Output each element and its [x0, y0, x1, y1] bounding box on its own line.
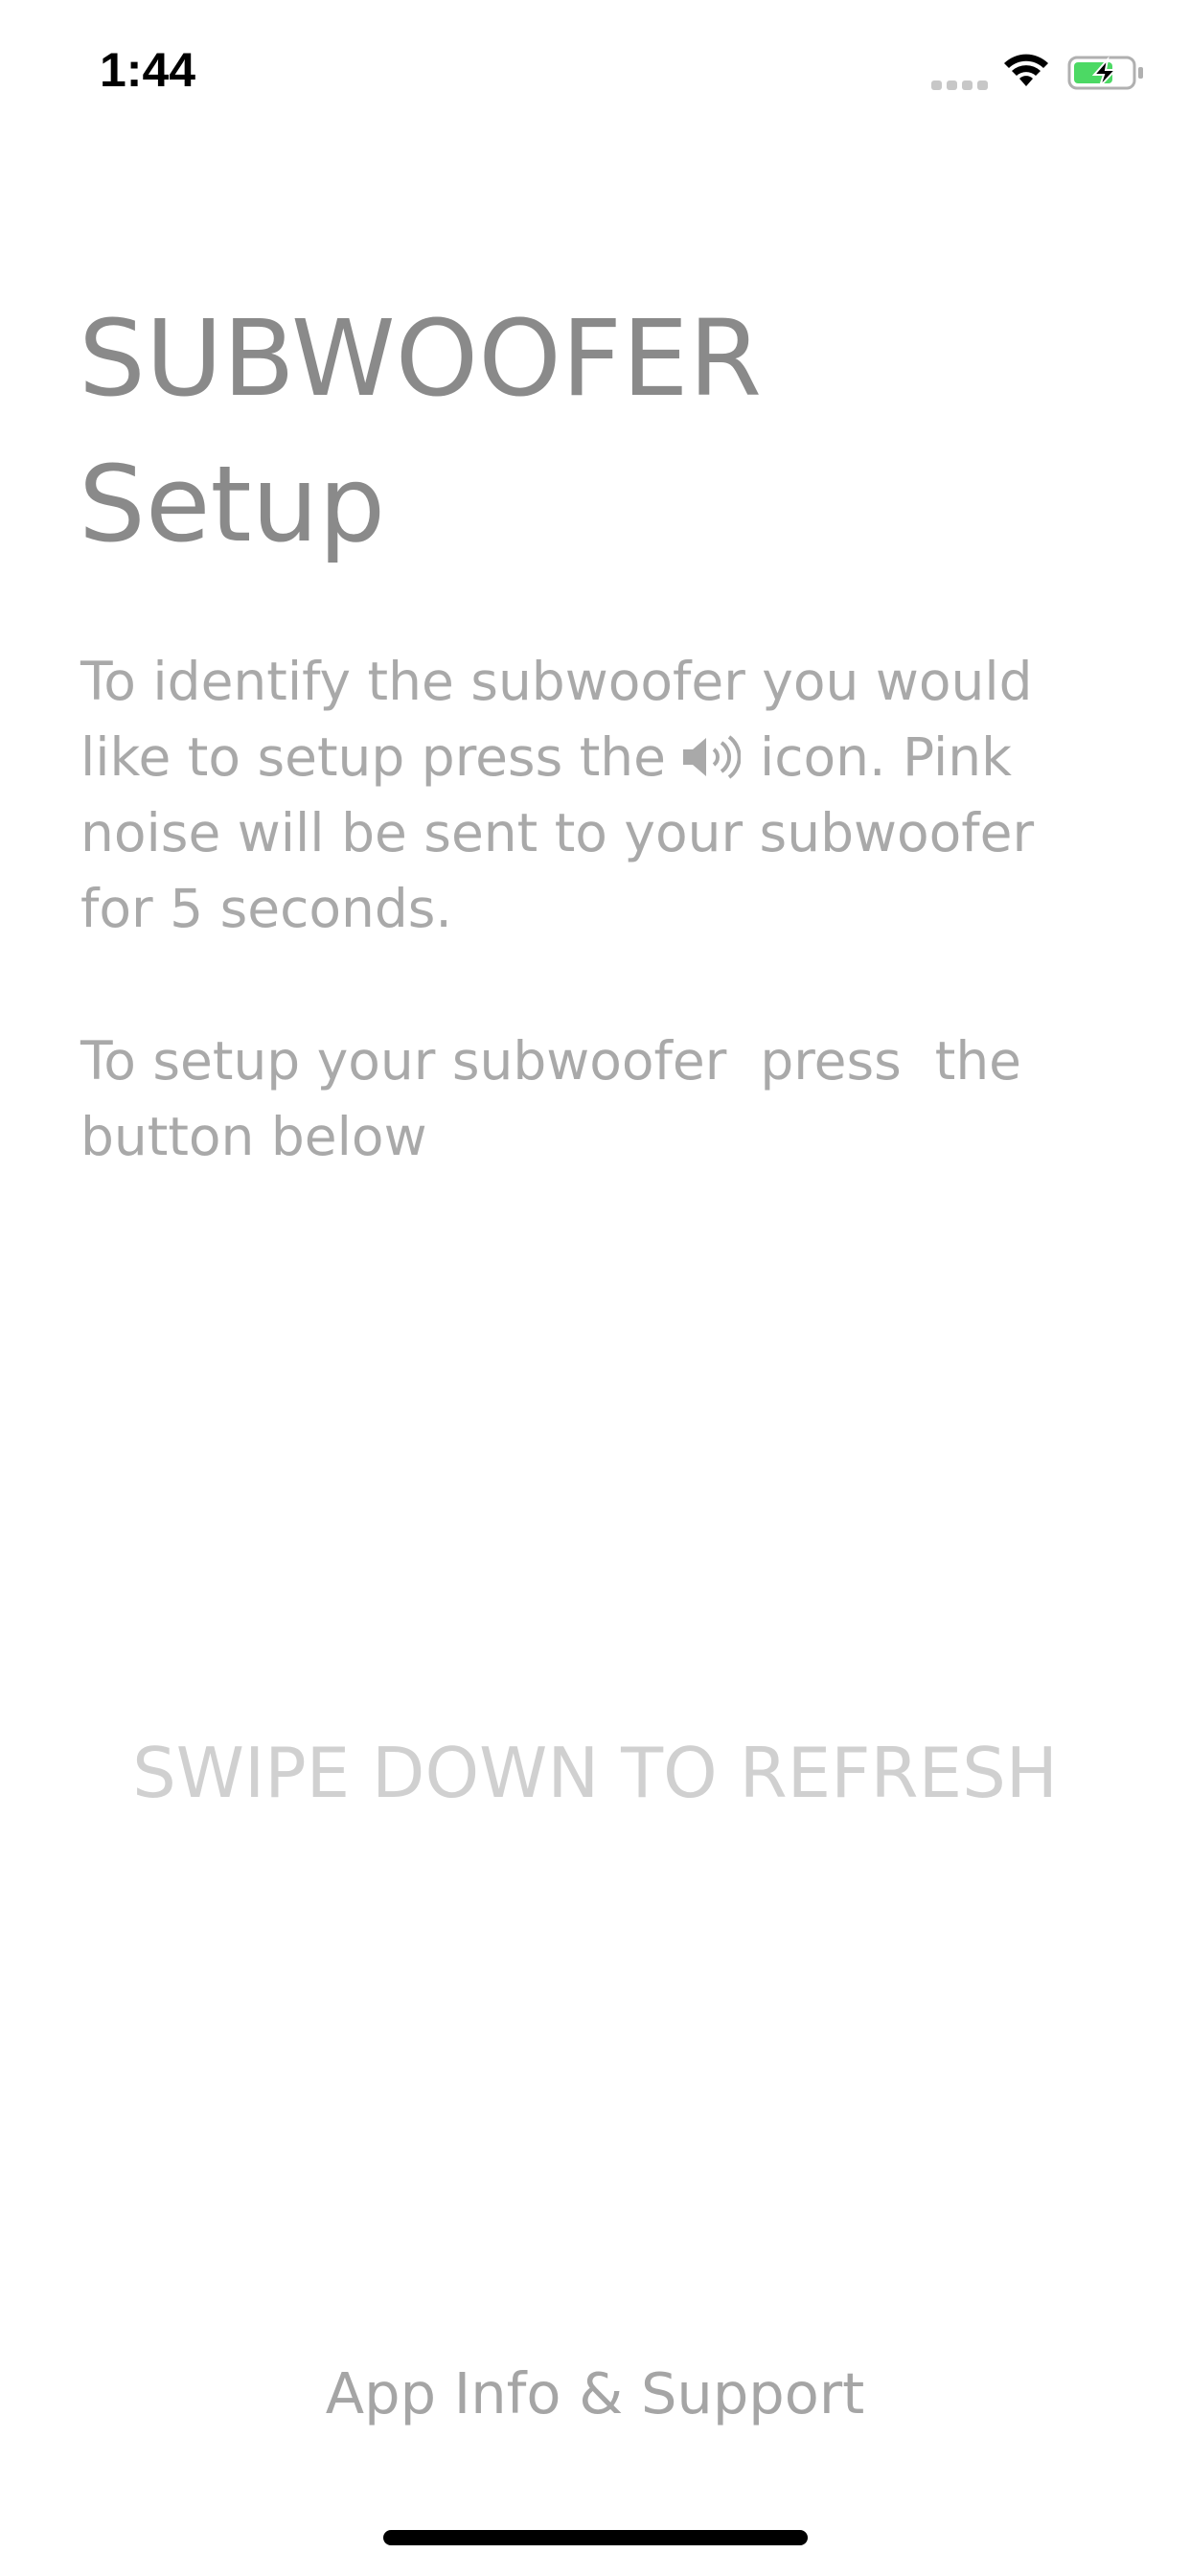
status-time: 1:44 [100, 43, 196, 97]
identify-description: To identify the subwoofer you would like… [80, 644, 1115, 947]
battery-charging-icon [1067, 56, 1143, 90]
home-indicator[interactable] [383, 2530, 808, 2545]
app-info-support-link[interactable]: App Info & Support [0, 2356, 1190, 2432]
status-bar: 1:44 [0, 0, 1190, 144]
swipe-refresh-hint: SWIPE DOWN TO REFRESH [132, 1733, 1058, 1813]
cellular-signal-icon [931, 80, 989, 90]
setup-instruction: To setup your subwoofer press the button… [80, 1030, 1039, 1167]
speaker-icon [683, 735, 741, 779]
page-title-line1: SUBWOOFER [79, 297, 763, 420]
page-title-line2: Setup [79, 443, 386, 565]
page-title: SUBWOOFER Setup [79, 286, 762, 577]
wifi-icon [1004, 54, 1048, 86]
